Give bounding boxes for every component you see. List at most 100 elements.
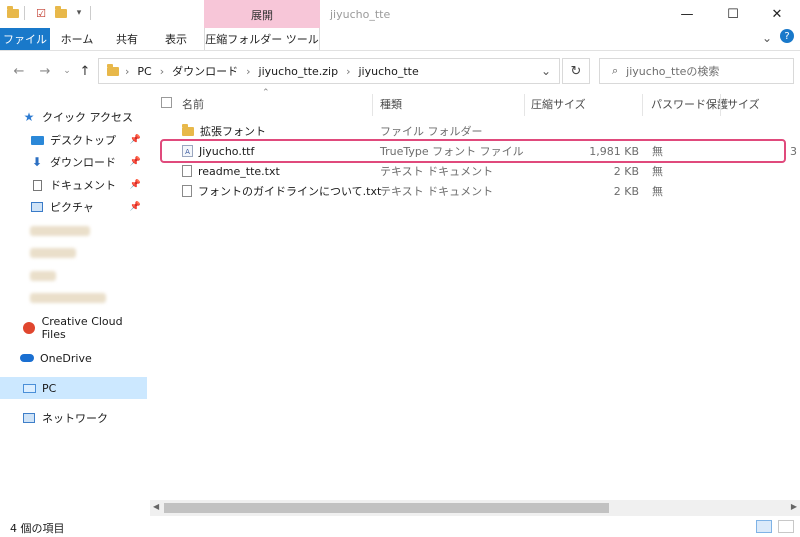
column-header-size[interactable]: サイズ [727, 96, 760, 112]
breadcrumb-separator-icon: › [159, 64, 165, 78]
text-file-icon [182, 165, 192, 177]
breadcrumb-item-current[interactable]: jiyucho_tte [359, 65, 419, 78]
refresh-button[interactable]: ↻ [562, 58, 590, 84]
tab-compressed-folder-tools[interactable]: 圧縮フォルダー ツール [204, 28, 320, 50]
sort-ascending-icon: ⌃ [262, 88, 270, 98]
horizontal-scrollbar[interactable]: ◀ ▶ [150, 500, 800, 516]
file-compressed-size: 2 KB [613, 164, 639, 178]
column-divider[interactable] [524, 94, 525, 116]
ribbon-collapse-icon[interactable]: ⌄ [762, 31, 772, 45]
sidebar-item-documents[interactable]: ドキュメント 📌 [0, 174, 147, 196]
column-header-name[interactable]: 名前 [182, 96, 204, 112]
sidebar-item-onedrive[interactable]: OneDrive [0, 347, 147, 369]
help-icon[interactable]: ? [780, 29, 794, 43]
sidebar-item-label: OneDrive [40, 351, 92, 365]
tab-file[interactable]: ファイル [0, 28, 50, 50]
tab-home[interactable]: ホーム [56, 28, 98, 50]
document-icon [30, 179, 44, 191]
column-header-password[interactable]: パスワード保護 [651, 96, 728, 112]
download-icon: ⬇ [31, 155, 43, 169]
file-type: ファイル フォルダー [380, 125, 483, 138]
sidebar-item-quick-access[interactable]: ★ クイック アクセス [0, 106, 147, 128]
divider [24, 6, 25, 20]
table-row[interactable]: readme_tte.txt テキスト ドキュメント 2 KB 無 [150, 161, 800, 181]
large-icons-view-icon[interactable] [778, 520, 794, 533]
breadcrumb-item-zip[interactable]: jiyucho_tte.zip [259, 65, 339, 78]
scroll-left-icon[interactable]: ◀ [153, 502, 159, 511]
status-bar: 4 個の項目 [0, 517, 800, 537]
forward-arrow-icon[interactable]: → [36, 62, 54, 80]
pin-icon[interactable]: 📌 [130, 202, 141, 212]
file-name-cell: フォントのガイドラインについて.txt [182, 181, 381, 201]
file-name-cell: readme_tte.txt [182, 161, 280, 181]
table-row[interactable]: フォントのガイドラインについて.txt テキスト ドキュメント 2 KB 無 [150, 181, 800, 201]
up-arrow-icon[interactable]: ↑ [76, 62, 94, 80]
redacted-folder-item [30, 226, 90, 236]
search-placeholder: jiyucho_tteの検索 [626, 65, 720, 78]
select-all-checkbox[interactable] [161, 97, 172, 108]
quick-access-toolbar-dropdown-icon[interactable]: ▾ [72, 6, 86, 20]
breadcrumb-separator-icon: › [246, 64, 251, 78]
desktop-icon [30, 134, 44, 146]
folder-icon [182, 123, 194, 136]
refresh-icon: ↻ [570, 63, 582, 79]
file-password: 無 [652, 185, 663, 198]
highlight-annotation [160, 139, 786, 163]
file-name: 拡張フォント [200, 125, 266, 138]
file-compressed-size: 2 KB [613, 184, 639, 198]
column-header-compressed-size[interactable]: 圧縮サイズ [531, 96, 586, 112]
redacted-folder-item [30, 271, 56, 281]
back-arrow-icon[interactable]: ← [10, 62, 28, 80]
table-row[interactable]: 拡張フォント ファイル フォルダー [150, 121, 800, 141]
address-bar[interactable]: › PC › ダウンロード › jiyucho_tte.zip › jiyuch… [98, 58, 560, 84]
column-divider[interactable] [720, 94, 721, 116]
column-divider[interactable] [372, 94, 373, 116]
file-size-overflow: 3 [790, 144, 797, 158]
folder-icon[interactable] [6, 5, 20, 20]
address-dropdown-icon[interactable]: ⌄ [541, 64, 551, 78]
sidebar-item-label: ドキュメント [50, 179, 116, 192]
pin-icon[interactable]: 📌 [130, 135, 141, 145]
redacted-folder-item [30, 248, 76, 258]
redacted-folder-item [30, 293, 106, 303]
sidebar-item-pictures[interactable]: ピクチャ 📌 [0, 196, 147, 218]
text-file-icon [182, 185, 192, 197]
breadcrumb-item-downloads[interactable]: ダウンロード [172, 63, 238, 79]
pin-icon[interactable]: 📌 [130, 180, 141, 190]
maximize-button[interactable]: ☐ [710, 0, 756, 28]
close-button[interactable]: ✕ [754, 0, 800, 28]
network-icon [22, 412, 36, 424]
sidebar-item-label: ダウンロード [50, 156, 116, 169]
search-input[interactable]: ⌕ jiyucho_tteの検索 [599, 58, 794, 84]
breadcrumb-separator-icon: › [346, 64, 351, 78]
picture-icon [30, 201, 44, 213]
column-divider[interactable] [642, 94, 643, 116]
new-folder-icon[interactable] [54, 5, 68, 20]
sidebar-item-network[interactable]: ネットワーク [0, 407, 147, 429]
file-password: 無 [652, 165, 663, 178]
sidebar-item-label: PC [42, 381, 57, 395]
tab-share[interactable]: 共有 [106, 28, 148, 50]
recent-locations-chevron-icon[interactable]: ⌄ [58, 62, 76, 80]
file-name-cell: 拡張フォント [182, 121, 266, 141]
folder-icon [107, 63, 119, 76]
pin-icon[interactable]: 📌 [130, 157, 141, 167]
window-title: jiyucho_tte [330, 8, 391, 21]
sidebar-item-desktop[interactable]: デスクトップ 📌 [0, 129, 147, 151]
sidebar-item-creative-cloud[interactable]: Creative Cloud Files [0, 315, 147, 341]
breadcrumb-item-pc[interactable]: PC [137, 65, 151, 78]
sidebar-item-label: Creative Cloud Files [41, 315, 123, 341]
divider [90, 6, 91, 20]
sidebar-item-pc[interactable]: PC [0, 377, 147, 399]
sidebar-item-label: デスクトップ [50, 134, 116, 147]
scrollbar-thumb[interactable] [164, 503, 609, 513]
creative-cloud-icon [22, 322, 36, 334]
details-view-icon[interactable] [756, 520, 772, 533]
cloud-icon [20, 352, 34, 364]
column-header-type[interactable]: 種類 [380, 96, 402, 112]
sidebar-item-downloads[interactable]: ⬇ ダウンロード 📌 [0, 151, 147, 173]
scroll-right-icon[interactable]: ▶ [791, 502, 797, 511]
tab-view[interactable]: 表示 [154, 28, 198, 50]
minimize-button[interactable]: — [664, 0, 710, 28]
properties-icon[interactable]: ☑ [34, 6, 48, 20]
